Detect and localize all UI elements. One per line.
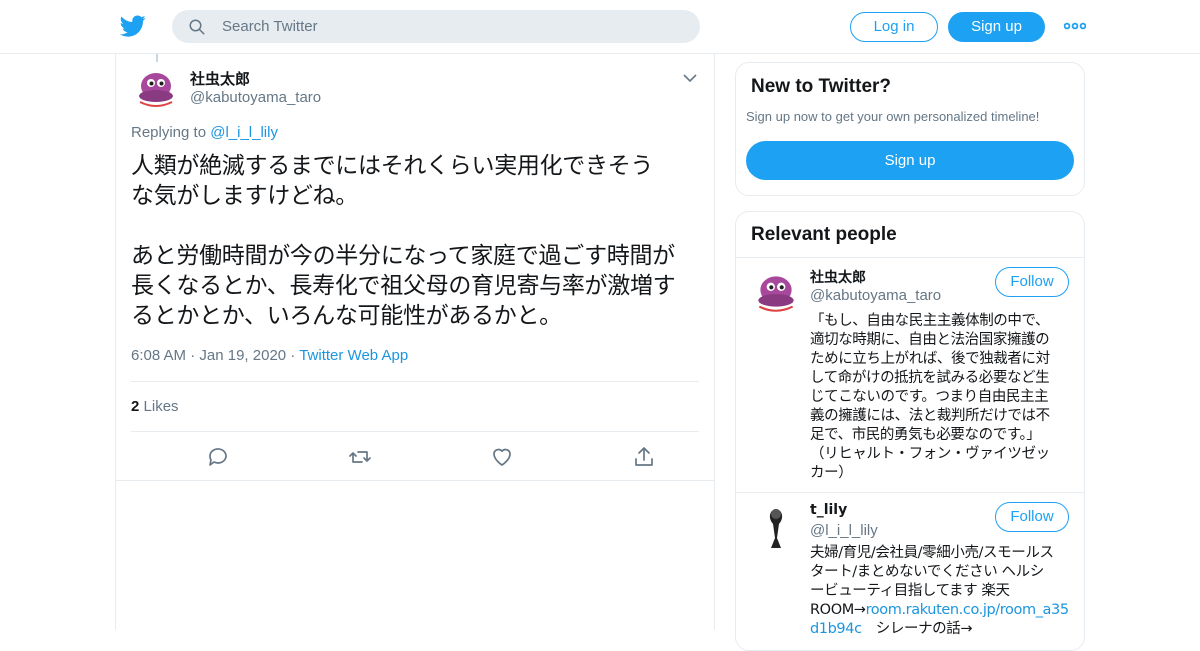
top-bar: Log in Sign up <box>0 0 1200 54</box>
meta-separator: · <box>290 347 296 364</box>
replying-to-link[interactable]: @l_i_l_lily <box>210 124 278 141</box>
person-card: 社虫太郎 @kabutoyama_taro Follow 「もし、自由な民主主義… <box>736 257 1084 492</box>
person-handle[interactable]: @kabutoyama_taro <box>810 287 941 304</box>
new-to-twitter-subtitle: Sign up now to get your own personalized… <box>746 109 1040 124</box>
retweet-icon[interactable] <box>348 445 372 469</box>
follow-button[interactable]: Follow <box>995 267 1069 297</box>
author-name[interactable]: 社虫太郎 <box>190 68 250 89</box>
likes-count: 2 <box>131 398 140 415</box>
tweet-meta: 6:08 AM · Jan 19, 2020 · Twitter Web App <box>131 347 408 364</box>
main-column: 社虫太郎 @kabutoyama_taro Replying to @l_i_l… <box>115 54 715 630</box>
new-to-twitter-title: New to Twitter? <box>751 76 892 97</box>
more-dots-icon[interactable] <box>1064 18 1086 34</box>
signup-button[interactable]: Sign up <box>948 12 1045 42</box>
sidebar-signup-button[interactable]: Sign up <box>746 141 1074 180</box>
relevant-people-title: Relevant people <box>751 224 897 245</box>
person-name[interactable]: t_lily <box>810 502 847 518</box>
reply-icon[interactable] <box>206 445 230 469</box>
chevron-down-icon[interactable] <box>682 72 698 84</box>
follow-button[interactable]: Follow <box>995 502 1069 532</box>
person-card: t_lily @l_i_l_lily Follow 夫婦/育児/会社員/零細小売… <box>736 492 1084 650</box>
tweet-actions <box>131 434 699 479</box>
avatar[interactable] <box>751 502 801 552</box>
person-bio: 夫婦/育児/会社員/零細小売/スモールス タート/まとめないでください ヘルシ … <box>810 544 1072 639</box>
tweet-date[interactable]: Jan 19, 2020 <box>199 347 286 364</box>
avatar[interactable] <box>751 267 801 317</box>
bio-tail: シレーナの話→ <box>861 621 973 637</box>
heart-icon[interactable] <box>490 445 514 469</box>
relevant-people-card: Relevant people 社虫太郎 @kabutoyama_taro Fo… <box>735 211 1085 651</box>
share-icon[interactable] <box>632 445 656 469</box>
tweet-time[interactable]: 6:08 AM <box>131 347 186 364</box>
person-name[interactable]: 社虫太郎 <box>810 267 866 287</box>
meta-separator: · <box>190 347 196 364</box>
search-input[interactable] <box>222 10 682 43</box>
person-bio: 「もし、自由な民主主義体制の中で、 適切な時期に、自由と法治国家擁護の ために立… <box>810 313 1050 481</box>
avatar[interactable] <box>132 64 180 112</box>
twitter-bird-icon[interactable] <box>120 13 146 39</box>
tweet-text: 人類が絶滅するまでにはそれくらい実用化できそう な気がしますけどね。 あと労働時… <box>131 153 676 329</box>
login-button[interactable]: Log in <box>850 12 938 42</box>
search-box[interactable] <box>172 10 700 43</box>
tweet-source-app[interactable]: Twitter Web App <box>299 347 408 364</box>
replying-to: Replying to @l_i_l_lily <box>131 124 278 141</box>
tweet: 社虫太郎 @kabutoyama_taro Replying to @l_i_l… <box>116 54 714 481</box>
thread-line <box>156 54 158 62</box>
person-handle[interactable]: @l_i_l_lily <box>810 522 878 539</box>
author-handle[interactable]: @kabutoyama_taro <box>190 89 321 106</box>
replying-prefix: Replying to <box>131 124 207 141</box>
search-icon <box>189 19 205 35</box>
tweet-stats[interactable]: 2 Likes <box>131 381 699 432</box>
likes-label: Likes <box>143 398 179 415</box>
new-to-twitter-card: New to Twitter? Sign up now to get your … <box>735 62 1085 196</box>
